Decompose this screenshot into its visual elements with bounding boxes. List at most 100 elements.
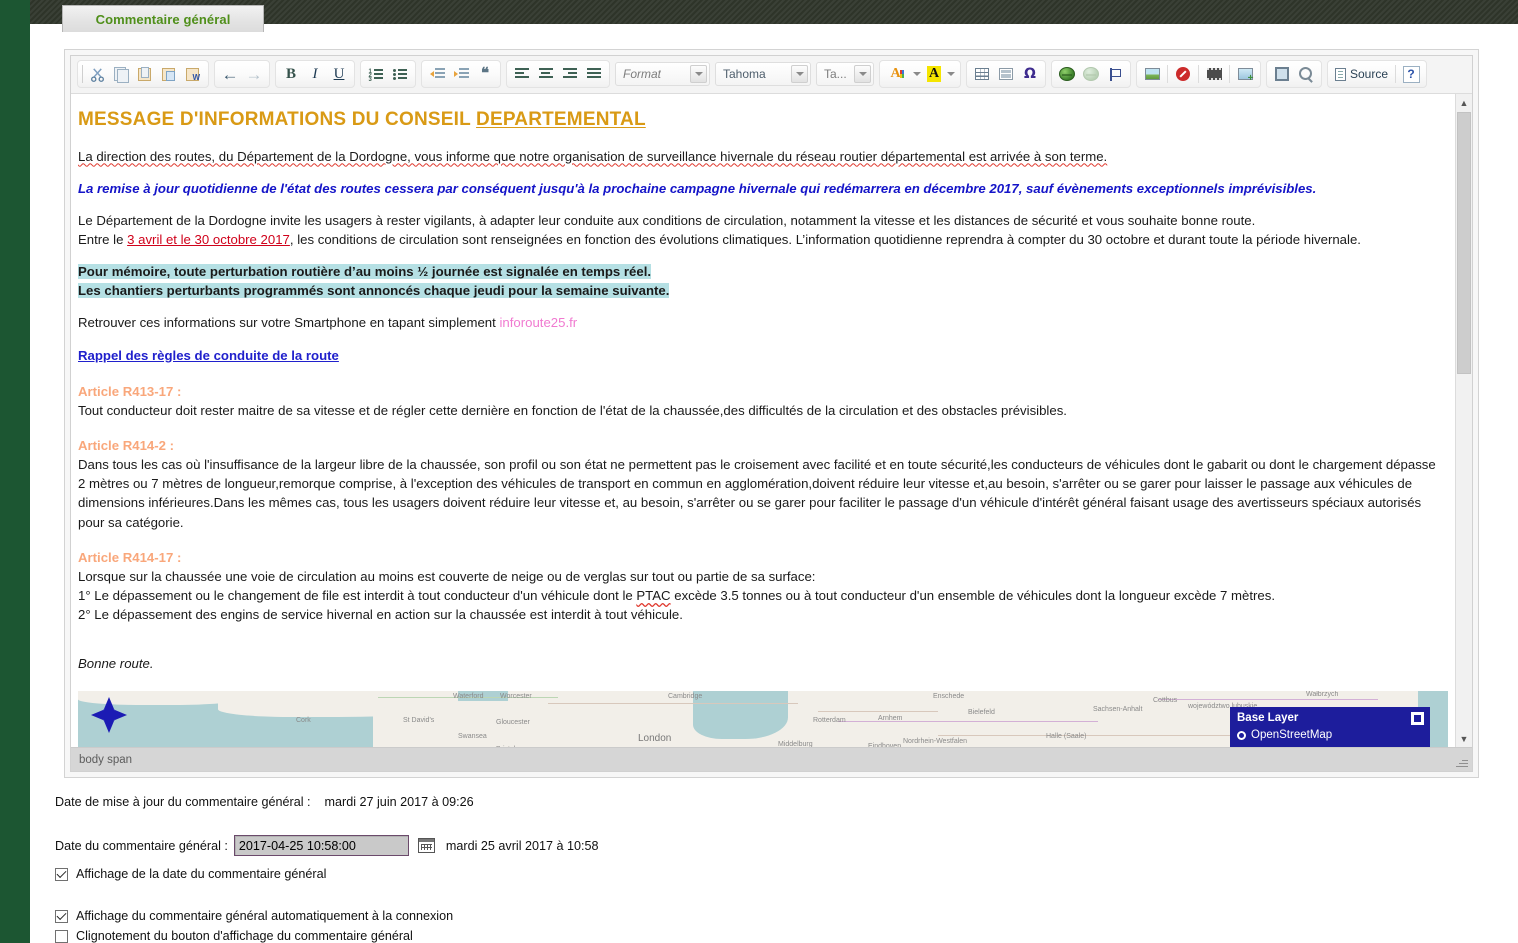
article-1-title: Article R413-17 : — [78, 383, 182, 399]
checkbox-auto-show[interactable] — [55, 909, 68, 923]
underline-icon[interactable]: U — [328, 63, 350, 85]
indent-icon[interactable] — [450, 63, 472, 85]
text-color-dropdown-icon[interactable] — [912, 63, 922, 85]
copy-icon[interactable] — [110, 63, 132, 85]
flash-icon[interactable] — [1172, 63, 1194, 85]
help-icon[interactable]: ? — [1400, 63, 1422, 85]
find-replace-icon[interactable] — [1295, 63, 1317, 85]
numbered-list-icon[interactable]: 123 — [365, 63, 387, 85]
document-title-misspelled: DEPARTEMENTAL — [476, 109, 646, 130]
map-city-label: Cambridge — [668, 693, 703, 700]
paragraph-smartphone: Retrouver ces informations sur votre Sma… — [78, 313, 1438, 332]
horizontal-rule-icon[interactable] — [995, 63, 1017, 85]
source-icon — [1335, 67, 1346, 81]
text-color-icon[interactable]: A — [884, 63, 910, 85]
background-color-dropdown-icon[interactable] — [946, 63, 956, 85]
pan-left-icon[interactable] — [91, 710, 103, 720]
checkbox-show-date-label: Affichage de la date du commentaire géné… — [76, 867, 327, 881]
highlight-line-2: Les chantiers perturbants programmés son… — [78, 283, 670, 299]
base-layer-option-label: OpenStreetMap — [1251, 729, 1333, 741]
base-layer-option-osm[interactable]: OpenStreetMap — [1237, 729, 1423, 741]
checkbox-row-blink[interactable]: Clignotement du bouton d'affichage du co… — [55, 929, 1455, 943]
base-layer-title: Base Layer — [1237, 712, 1299, 724]
pan-down-icon[interactable] — [104, 721, 114, 733]
align-justify-icon[interactable] — [583, 63, 605, 85]
embedded-map[interactable]: WaterfordCorkSt David'sSwanseaBristolWor… — [78, 691, 1448, 747]
rules-link[interactable]: Rappel des règles de conduite de la rout… — [78, 348, 339, 363]
checkbox-blink[interactable] — [55, 929, 68, 943]
checkbox-auto-show-label: Affichage du commentaire général automat… — [76, 909, 454, 923]
checkbox-blink-label: Clignotement du bouton d'affichage du co… — [76, 929, 413, 943]
templates-icon[interactable] — [1271, 63, 1293, 85]
toolbar-group-colors: A A — [879, 60, 961, 88]
article-3-body: Lorsque sur la chaussée une voie de circ… — [78, 568, 816, 584]
scroll-up-icon[interactable]: ▲ — [1456, 94, 1472, 111]
updated-date-label: Date de mise à jour du commentaire génér… — [55, 795, 311, 809]
outdent-icon[interactable] — [426, 63, 448, 85]
toolbar-group-lists: 123 — [360, 60, 416, 88]
scroll-down-icon[interactable]: ▼ — [1456, 730, 1472, 747]
image-map-icon[interactable] — [1234, 63, 1256, 85]
video-icon[interactable] — [1203, 63, 1225, 85]
updated-date-row: Date de mise à jour du commentaire génér… — [55, 795, 1455, 809]
format-select[interactable]: Format — [615, 62, 710, 86]
bulleted-list-icon[interactable] — [389, 63, 411, 85]
align-left-icon[interactable] — [511, 63, 533, 85]
tab-commentaire-general[interactable]: Commentaire général — [62, 5, 264, 32]
paste-word-icon[interactable]: W — [182, 63, 204, 85]
scrollbar-thumb[interactable] — [1457, 112, 1471, 374]
map-water-channel — [693, 691, 788, 739]
calendar-icon[interactable] — [417, 838, 435, 853]
toolbar-group-media — [1136, 60, 1261, 88]
bold-icon[interactable]: B — [280, 63, 302, 85]
anchor-icon[interactable] — [1104, 63, 1126, 85]
map-city-label: Waterford — [453, 693, 484, 700]
align-center-icon[interactable] — [535, 63, 557, 85]
image-icon[interactable] — [1141, 63, 1163, 85]
map-city-label: Arnhem — [878, 715, 903, 722]
map-city-label: Halle (Saale) — [1046, 733, 1087, 740]
background-color-icon[interactable]: A — [924, 63, 944, 85]
paste-icon[interactable] — [134, 63, 156, 85]
source-button[interactable]: Source — [1331, 67, 1392, 81]
undo-icon[interactable]: ← — [219, 63, 241, 85]
pan-center-icon[interactable] — [103, 709, 115, 721]
editor-status-bar: body span — [71, 747, 1472, 771]
paste-text-icon[interactable] — [158, 63, 180, 85]
redo-icon[interactable]: → — [243, 63, 265, 85]
chevron-down-icon — [854, 65, 871, 83]
resize-handle-icon[interactable] — [1455, 755, 1468, 768]
unlink-icon[interactable] — [1080, 63, 1102, 85]
rich-text-editor: W ← → B I U 123 ❝ Format Tahoma Ta... A … — [64, 49, 1479, 778]
comment-date-readable: mardi 25 avril 2017 à 10:58 — [445, 838, 599, 853]
checkbox-show-date[interactable] — [55, 867, 68, 881]
checkbox-row-auto-show[interactable]: Affichage du commentaire général automat… — [55, 909, 1455, 923]
map-city-label: St David's — [403, 717, 435, 724]
map-pan-control[interactable] — [91, 697, 127, 733]
cut-icon[interactable] — [86, 63, 108, 85]
base-layer-panel[interactable]: Base Layer OpenStreetMap — [1230, 707, 1430, 747]
pan-up-icon[interactable] — [104, 697, 114, 709]
map-city-label: Sachsen-Anhalt — [1093, 706, 1143, 713]
special-char-icon[interactable]: Ω — [1019, 63, 1041, 85]
editor-vertical-scrollbar[interactable]: ▲ ▼ — [1455, 94, 1472, 747]
editor-content[interactable]: MESSAGE D'INFORMATIONS DU CONSEIL DEPART… — [71, 94, 1448, 747]
blockquote-icon[interactable]: ❝ — [474, 63, 496, 85]
element-path[interactable]: body span — [79, 754, 132, 766]
radio-icon[interactable] — [1237, 730, 1246, 740]
checkbox-row-show-date[interactable]: Affichage de la date du commentaire géné… — [55, 867, 1455, 881]
table-icon[interactable] — [971, 63, 993, 85]
italic-icon[interactable]: I — [304, 63, 326, 85]
period-date-link[interactable]: 3 avril et le 30 octobre 2017 — [127, 232, 290, 247]
font-size-select[interactable]: Ta... — [816, 62, 874, 86]
link-icon[interactable] — [1056, 63, 1078, 85]
minimize-icon[interactable] — [1411, 712, 1424, 725]
comment-date-input[interactable] — [233, 835, 409, 856]
pan-right-icon[interactable] — [115, 710, 127, 720]
font-select[interactable]: Tahoma — [715, 62, 811, 86]
toolbar-divider — [1395, 65, 1397, 83]
paragraph-period-after: , les conditions de circulation sont ren… — [289, 231, 1361, 247]
map-city-label: London — [638, 733, 672, 744]
map-road — [838, 721, 1098, 722]
align-right-icon[interactable] — [559, 63, 581, 85]
